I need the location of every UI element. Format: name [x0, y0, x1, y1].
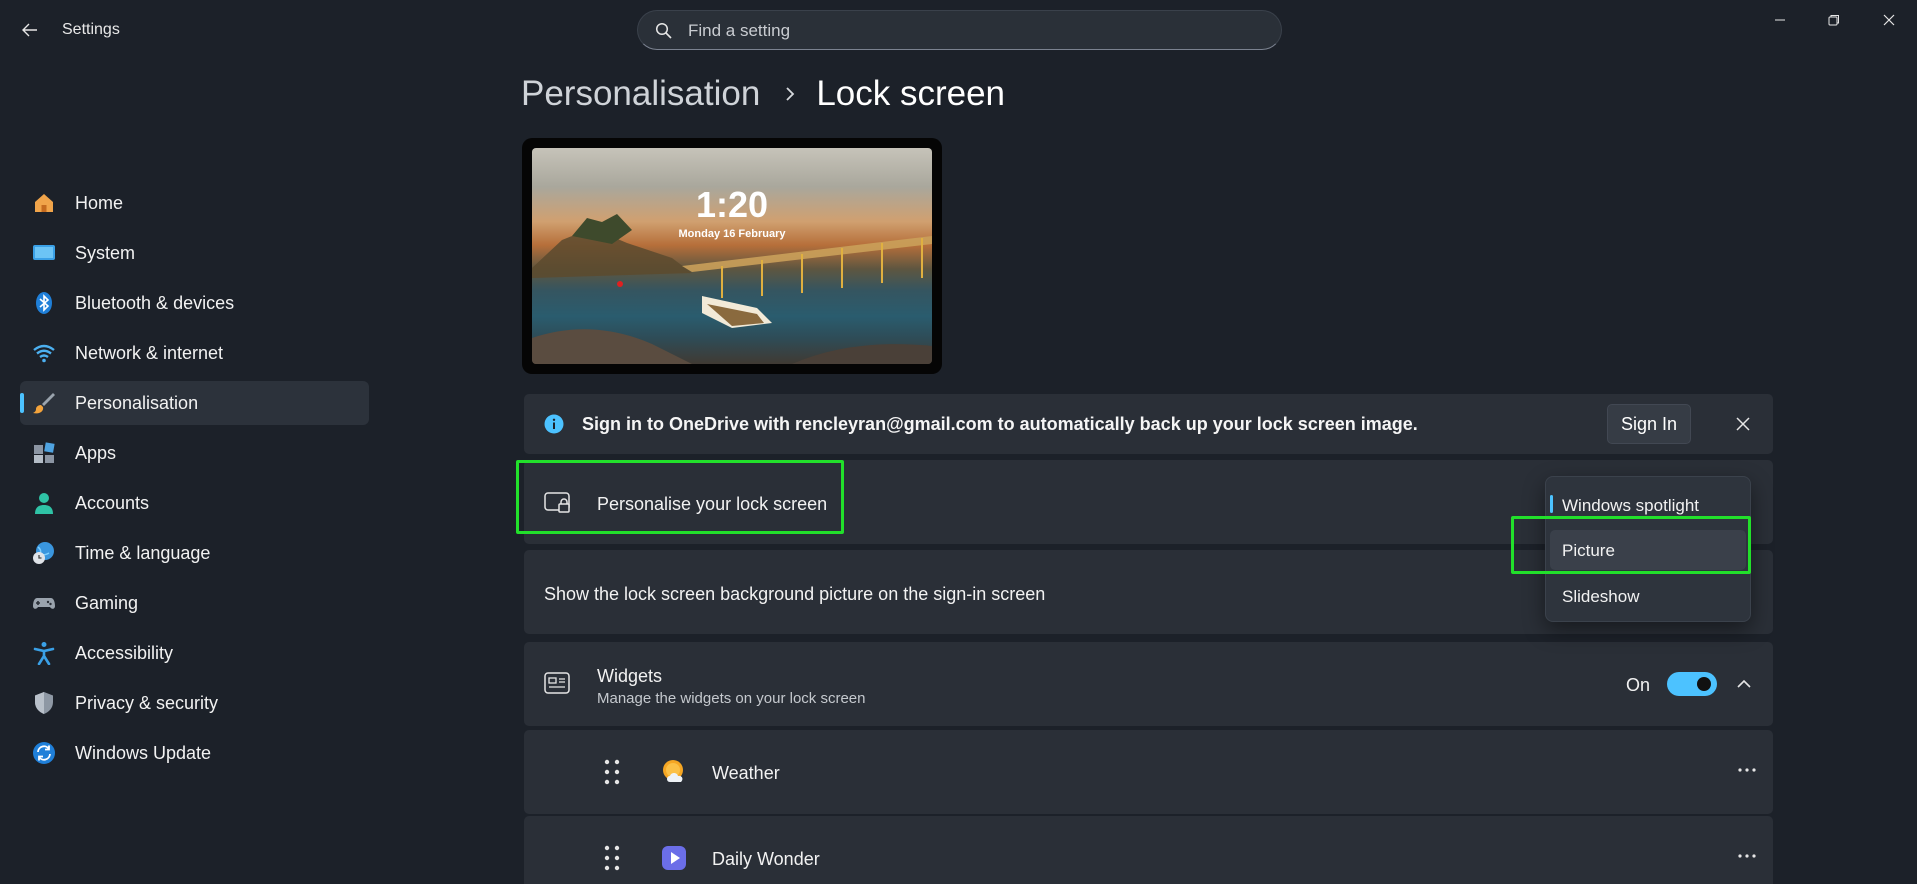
widgets-icon — [544, 672, 570, 694]
more-icon — [1738, 854, 1756, 858]
sidebar-item-label: Windows Update — [75, 743, 212, 763]
search-input[interactable] — [688, 17, 1248, 45]
minimize-icon — [1775, 19, 1785, 21]
sidebar-item-apps[interactable]: Apps — [20, 431, 369, 475]
close-icon — [1736, 417, 1750, 431]
weather-icon — [663, 760, 683, 782]
widget-item-daily-wonder: Daily Wonder — [524, 816, 1773, 884]
title-bar: Settings — [0, 0, 1917, 60]
preview-image: 1:20 Monday 16 February — [532, 148, 932, 364]
settings-window: Settings Home System — [0, 0, 1917, 884]
sidebar-item-system[interactable]: System — [20, 231, 369, 275]
dropdown-option-windows-spotlight[interactable]: Windows spotlight — [1550, 485, 1746, 525]
sidebar-item-label: Personalisation — [75, 393, 199, 413]
home-icon — [32, 191, 56, 215]
widgets-label: Widgets — [597, 666, 663, 686]
sidebar-item-label: Apps — [75, 443, 117, 463]
lock-screen-icon — [544, 492, 570, 513]
sign-in-background-label: Show the lock screen background picture … — [544, 584, 1046, 604]
dropdown-option-label: Windows spotlight — [1562, 496, 1700, 515]
restore-button[interactable] — [1806, 0, 1862, 40]
back-arrow-icon — [22, 23, 37, 37]
widgets-row[interactable]: Widgets Manage the widgets on your lock … — [524, 642, 1773, 726]
selected-indicator — [1550, 495, 1553, 513]
sidebar-item-label: Time & language — [75, 543, 211, 563]
page-title: Lock screen — [816, 74, 1006, 113]
widgets-description: Manage the widgets on your lock screen — [597, 690, 866, 707]
sidebar-item-label: Bluetooth & devices — [75, 293, 235, 313]
drag-handle-icon[interactable] — [602, 844, 622, 872]
search-icon — [655, 22, 672, 39]
play-icon — [662, 846, 686, 870]
more-options-button[interactable] — [1729, 841, 1765, 871]
wifi-icon — [32, 341, 56, 365]
info-icon — [544, 414, 564, 434]
sidebar-item-personalisation[interactable]: Personalisation — [20, 381, 369, 425]
more-icon — [1738, 768, 1756, 772]
more-options-button[interactable] — [1729, 755, 1765, 785]
system-icon — [32, 241, 56, 265]
sidebar-item-label: Privacy & security — [75, 693, 219, 713]
preview-date: Monday 16 February — [678, 228, 786, 240]
sidebar-item-label: Accessibility — [75, 643, 174, 663]
chevron-up-icon — [1737, 679, 1751, 688]
dismiss-banner-button[interactable] — [1728, 409, 1758, 439]
gamepad-icon — [32, 591, 56, 615]
widget-item-label: Daily Wonder — [712, 849, 820, 869]
sidebar-item-bluetooth[interactable]: Bluetooth & devices — [20, 281, 369, 325]
dropdown-option-label: Slideshow — [1562, 587, 1640, 606]
sidebar-item-gaming[interactable]: Gaming — [20, 581, 369, 625]
lock-screen-mode-dropdown: Windows spotlight Picture Slideshow — [1545, 476, 1751, 622]
brush-icon — [32, 391, 56, 415]
dropdown-option-label: Picture — [1562, 541, 1615, 560]
close-window-button[interactable] — [1861, 0, 1917, 40]
sidebar-item-accessibility[interactable]: Accessibility — [20, 631, 369, 675]
sidebar-item-windows-update[interactable]: Windows Update — [20, 731, 369, 775]
account-icon — [32, 491, 56, 515]
widget-item-label: Weather — [712, 763, 780, 783]
apps-icon — [32, 441, 56, 465]
toggle-knob — [1697, 677, 1711, 691]
sidebar-item-network[interactable]: Network & internet — [20, 331, 369, 375]
bluetooth-icon — [32, 291, 56, 315]
update-icon — [32, 741, 56, 765]
close-icon — [1883, 14, 1895, 26]
sidebar-item-accounts[interactable]: Accounts — [20, 481, 369, 525]
dropdown-option-picture[interactable]: Picture — [1550, 530, 1746, 570]
sidebar-item-home[interactable]: Home — [20, 181, 369, 225]
preview-landscape — [532, 214, 932, 364]
preview-clock: 1:20 — [695, 184, 769, 225]
sidebar-item-label: Home — [75, 193, 124, 213]
sidebar-item-time-language[interactable]: Time & language — [20, 531, 369, 575]
banner-message: Sign in to OneDrive with rencleyran@gmai… — [582, 414, 1418, 434]
chevron-right-icon — [784, 86, 796, 102]
breadcrumb-parent-link[interactable]: Personalisation — [521, 74, 760, 114]
active-indicator — [20, 393, 24, 413]
lock-screen-preview: 1:20 Monday 16 February — [522, 138, 942, 374]
collapse-widgets-button[interactable] — [1730, 670, 1758, 698]
sidebar-item-label: System — [75, 243, 136, 263]
dropdown-option-slideshow[interactable]: Slideshow — [1550, 576, 1746, 616]
search-box[interactable] — [637, 10, 1282, 50]
drag-handle-icon[interactable] — [602, 758, 622, 786]
sign-in-button[interactable]: Sign In — [1607, 404, 1691, 444]
shield-icon — [32, 691, 56, 715]
minimize-button[interactable] — [1752, 0, 1808, 40]
onedrive-banner: Sign in to OneDrive with rencleyran@gmai… — [524, 394, 1773, 454]
back-button[interactable] — [14, 16, 46, 44]
widgets-toggle[interactable] — [1667, 672, 1717, 696]
widgets-toggle-state: On — [1626, 675, 1651, 695]
sidebar-item-label: Accounts — [75, 493, 150, 513]
sidebar-item-privacy[interactable]: Privacy & security — [20, 681, 369, 725]
app-title: Settings — [62, 21, 120, 38]
sidebar-item-label: Gaming — [75, 593, 139, 613]
sidebar-item-label: Network & internet — [75, 343, 224, 363]
breadcrumb: Personalisation Lock screen — [521, 70, 1005, 118]
personalise-lock-screen-label: Personalise your lock screen — [597, 494, 828, 514]
accessibility-icon — [32, 641, 56, 665]
globe-clock-icon — [32, 541, 56, 565]
widget-item-weather: Weather — [524, 730, 1773, 814]
restore-icon — [1828, 15, 1839, 26]
